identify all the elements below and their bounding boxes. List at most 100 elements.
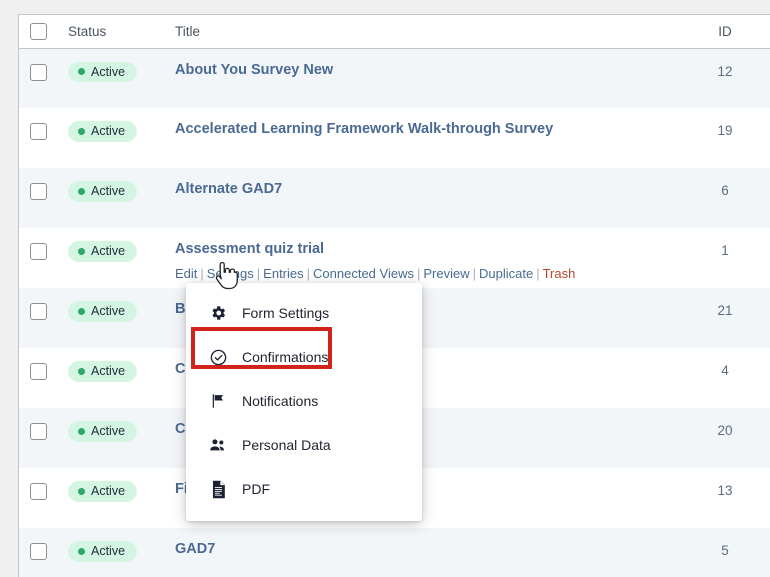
row-select-cell xyxy=(19,408,59,468)
row-status-cell: Active xyxy=(59,288,159,348)
select-all-checkbox[interactable] xyxy=(30,22,47,40)
header-row: Status Title ID xyxy=(19,15,770,49)
table-header: Status Title ID xyxy=(19,15,770,49)
status-badge: Active xyxy=(68,481,138,502)
action-separator: | xyxy=(256,266,261,282)
row-checkbox[interactable] xyxy=(30,543,47,560)
menu-item-form-settings[interactable]: Form Settings xyxy=(186,291,422,335)
check-circle-icon xyxy=(208,347,228,367)
status-badge: Active xyxy=(68,301,138,322)
row-id-cell: 21 xyxy=(717,303,733,318)
status-dot-icon xyxy=(78,247,85,255)
row-select-cell xyxy=(19,228,59,288)
status-label: Active xyxy=(91,184,126,198)
row-title-cell: Assessment quiz trial Edit | Settings | Entr… xyxy=(159,228,679,288)
status-dot-icon xyxy=(78,487,85,495)
row-status-cell: Active xyxy=(59,528,159,577)
row-checkbox[interactable] xyxy=(30,483,47,500)
row-checkbox[interactable] xyxy=(30,183,47,200)
form-title-link[interactable]: GAD7 xyxy=(175,541,215,558)
row-checkbox[interactable] xyxy=(30,363,47,380)
action-separator: | xyxy=(416,266,421,282)
action-separator: | xyxy=(536,266,540,282)
form-title-link[interactable]: Assessment quiz trial xyxy=(175,241,324,258)
form-title-link[interactable]: Accelerated Learning Framework Walk-thro… xyxy=(175,121,553,138)
menu-item-label: Personal Data xyxy=(242,437,331,453)
status-label: Active xyxy=(91,424,126,438)
select-all-header xyxy=(19,15,59,49)
row-checkbox[interactable] xyxy=(30,303,47,320)
status-dot-icon xyxy=(78,307,85,315)
menu-item-label: Confirmations xyxy=(242,349,329,365)
row-select-cell xyxy=(19,168,59,228)
row-id-cell: 4 xyxy=(721,363,729,378)
row-checkbox[interactable] xyxy=(30,123,47,140)
row-title-cell: Alternate GAD7 xyxy=(159,168,679,228)
flag-icon xyxy=(208,391,228,411)
action-separator: | xyxy=(306,266,311,282)
menu-item-pdf[interactable]: PDF xyxy=(186,467,422,511)
status-badge: Active xyxy=(68,421,138,442)
settings-dropdown-menu[interactable]: Form Settings Confirmations Notification… xyxy=(186,283,422,521)
title-column-header[interactable]: Title xyxy=(159,15,679,49)
row-action-edit[interactable]: Edit xyxy=(175,266,197,281)
table-row[interactable]: Active Accelerated Learning Framework Wa… xyxy=(19,108,770,168)
status-column-header[interactable]: Status xyxy=(59,15,159,49)
status-badge: Active xyxy=(68,181,138,202)
form-title-link[interactable]: About You Survey New xyxy=(175,62,333,79)
row-title-cell: Accelerated Learning Framework Walk-thro… xyxy=(159,108,679,168)
row-id-cell: 5 xyxy=(721,543,729,558)
row-action-settings[interactable]: Settings xyxy=(207,266,254,281)
status-dot-icon xyxy=(78,547,85,555)
row-id-cell: 20 xyxy=(717,423,733,438)
row-status-cell: Active xyxy=(59,468,159,528)
menu-item-confirmations[interactable]: Confirmations xyxy=(186,335,422,379)
row-select-cell xyxy=(19,288,59,348)
row-id-cell: 19 xyxy=(717,123,733,138)
status-badge: Active xyxy=(68,61,138,82)
row-select-cell xyxy=(19,348,59,408)
menu-item-label: Form Settings xyxy=(242,305,330,321)
row-checkbox[interactable] xyxy=(30,63,47,81)
status-dot-icon xyxy=(78,127,85,135)
status-badge: Active xyxy=(68,121,138,142)
table-row[interactable]: Active GAD7 5 xyxy=(19,528,770,577)
action-separator: | xyxy=(472,266,476,282)
form-title-link[interactable]: Alternate GAD7 xyxy=(175,181,282,198)
action-separator: | xyxy=(200,266,204,282)
table-row[interactable]: Active About You Survey New 12 xyxy=(19,48,770,108)
row-title-cell: GAD7 xyxy=(159,528,679,577)
status-dot-icon xyxy=(78,367,85,375)
row-actions: Edit | Settings | Entries | Connected Views | Pr… xyxy=(175,266,679,283)
row-status-cell: Active xyxy=(59,348,159,408)
row-status-cell: Active xyxy=(59,228,159,288)
row-id-cell: 13 xyxy=(717,483,733,498)
table-row[interactable]: Active Alternate GAD7 6 xyxy=(19,168,770,228)
row-id-cell: 12 xyxy=(717,63,733,79)
row-status-cell: Active xyxy=(59,108,159,168)
row-action-duplicate[interactable]: Duplicate xyxy=(479,266,533,281)
row-select-cell xyxy=(19,468,59,528)
people-icon xyxy=(208,435,228,455)
status-label: Active xyxy=(91,364,126,378)
table-row-active[interactable]: Active Assessment quiz trial Edit | Settin… xyxy=(19,228,770,288)
row-action-connected-views[interactable]: Connected Views xyxy=(313,266,414,281)
status-badge: Active xyxy=(68,361,138,382)
row-action-preview[interactable]: Preview xyxy=(423,266,469,281)
id-column-header[interactable]: ID xyxy=(679,15,770,49)
status-label: Active xyxy=(91,544,126,558)
row-action-entries[interactable]: Entries xyxy=(263,266,303,281)
row-checkbox[interactable] xyxy=(30,243,47,260)
row-checkbox[interactable] xyxy=(30,423,47,440)
status-label: Active xyxy=(91,304,126,318)
menu-item-notifications[interactable]: Notifications xyxy=(186,379,422,423)
row-status-cell: Active xyxy=(59,48,159,108)
row-status-cell: Active xyxy=(59,408,159,468)
row-title-cell: About You Survey New xyxy=(159,48,679,108)
menu-item-personal-data[interactable]: Personal Data xyxy=(186,423,422,467)
document-icon xyxy=(208,479,228,499)
row-action-trash[interactable]: Trash xyxy=(543,266,576,281)
status-dot-icon xyxy=(78,68,85,76)
row-select-cell xyxy=(19,528,59,577)
status-label: Active xyxy=(91,484,126,498)
